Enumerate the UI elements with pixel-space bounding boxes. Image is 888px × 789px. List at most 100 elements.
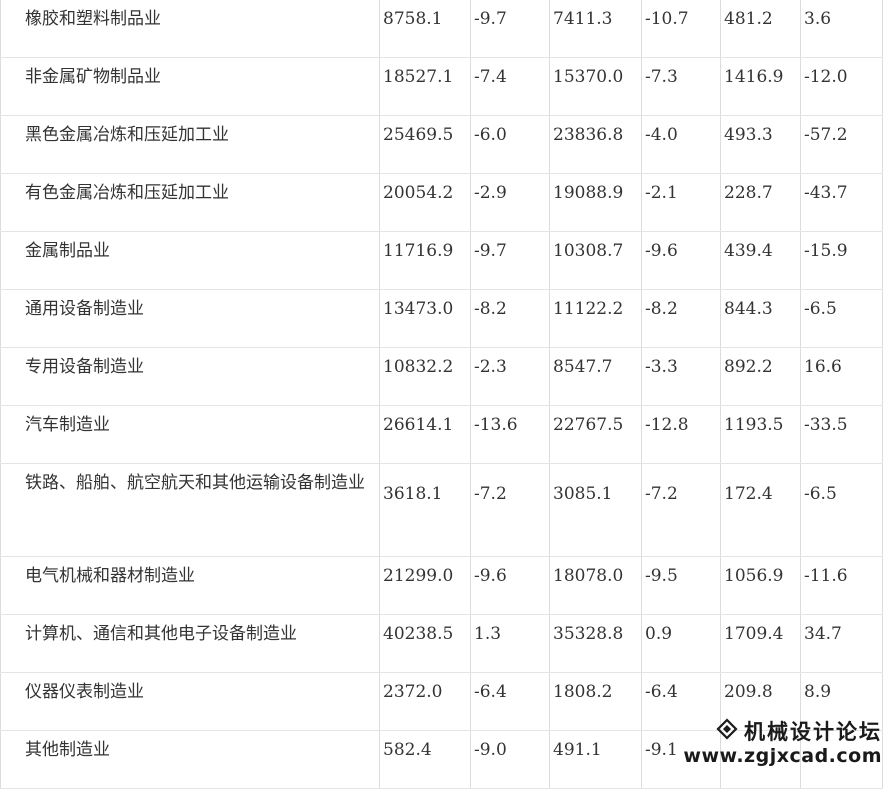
table-row: 计算机、通信和其他电子设备制造业 40238.5 1.3 35328.8 0.9 1709… xyxy=(0,614,883,673)
revenue-cell: 1808.2 xyxy=(549,672,642,731)
revenue-growth-cell: -6.4 xyxy=(641,672,721,731)
revenue-cell: 11122.2 xyxy=(549,289,642,348)
industry-name-cell: 计算机、通信和其他电子设备制造业 xyxy=(0,614,380,673)
output-value-cell: 2372.0 xyxy=(379,672,471,731)
table-row: 黑色金属冶炼和压延加工业 25469.5 -6.0 23836.8 -4.0 493.3-… xyxy=(0,115,883,174)
output-growth-cell: 1.3 xyxy=(470,614,550,673)
industry-name-cell: 铁路、船舶、航空航天和其他运输设备制造业 xyxy=(0,463,380,557)
output-growth-cell: -6.0 xyxy=(470,115,550,174)
profit-cell: 844.3 xyxy=(720,289,801,348)
profit-cell: 228.7 xyxy=(720,173,801,232)
revenue-growth-cell: -4.0 xyxy=(641,115,721,174)
output-value-cell: 25469.5 xyxy=(379,115,471,174)
output-growth-cell: -9.7 xyxy=(470,231,550,290)
profit-cell: 1193.5 xyxy=(720,405,801,464)
revenue-cell: 35328.8 xyxy=(549,614,642,673)
revenue-growth-cell: -9.1 xyxy=(641,730,721,789)
output-value-cell: 10832.2 xyxy=(379,347,471,406)
profit-cell: 1056.9 xyxy=(720,556,801,615)
revenue-growth-cell: -12.8 xyxy=(641,405,721,464)
output-growth-cell: -13.6 xyxy=(470,405,550,464)
profit-growth-cell: -15.9 xyxy=(800,231,883,290)
profit-cell: 209.8 xyxy=(720,672,801,731)
profit-cell: 172.4 xyxy=(720,463,801,557)
output-growth-cell: -9.7 xyxy=(470,0,550,58)
revenue-cell: 3085.1 xyxy=(549,463,642,557)
profit-cell: 439.4 xyxy=(720,231,801,290)
revenue-growth-cell: 0.9 xyxy=(641,614,721,673)
output-growth-cell: -8.2 xyxy=(470,289,550,348)
table-row: 非金属矿物制品业 18527.1 -7.4 15370.0 -7.3 1416.9 -12.… xyxy=(0,57,883,116)
revenue-cell: 8547.7 xyxy=(549,347,642,406)
output-value-cell: 40238.5 xyxy=(379,614,471,673)
profit-cell: 1416.9 xyxy=(720,57,801,116)
revenue-cell: 491.1 xyxy=(549,730,642,789)
output-value-cell: 20054.2 xyxy=(379,173,471,232)
revenue-growth-cell: -3.3 xyxy=(641,347,721,406)
output-value-cell: 8758.1 xyxy=(379,0,471,58)
industry-name-cell: 汽车制造业 xyxy=(0,405,380,464)
table-row: 电气机械和器材制造业 21299.0 -9.6 18078.0 -9.5 1056.9 -1… xyxy=(0,556,883,615)
industry-name-cell: 非金属矿物制品业 xyxy=(0,57,380,116)
profit-cell: 493.3 xyxy=(720,115,801,174)
table-row: 有色金属冶炼和压延加工业 20054.2 -2.9 19088.9 -2.1 228.7-… xyxy=(0,173,883,232)
table-row: 专用设备制造业 10832.2 -2.3 8547.7 -3.3 892.2 16.6 xyxy=(0,347,883,406)
profit-growth-cell: -43.7 xyxy=(800,173,883,232)
revenue-growth-cell: -9.5 xyxy=(641,556,721,615)
profit-cell: 892.2 xyxy=(720,347,801,406)
profit-growth-cell: -33.5 xyxy=(800,405,883,464)
output-growth-cell: -6.4 xyxy=(470,672,550,731)
table-row: 通用设备制造业 13473.0 -8.2 11122.2 -8.2 844.3 -6.5 xyxy=(0,289,883,348)
industry-name-cell: 通用设备制造业 xyxy=(0,289,380,348)
revenue-growth-cell: -7.2 xyxy=(641,463,721,557)
output-growth-cell: -9.0 xyxy=(470,730,550,789)
profit-growth-cell: -6.5 xyxy=(800,289,883,348)
profit-cell: 481.2 xyxy=(720,0,801,58)
table-row: 橡胶和塑料制品业 8758.1 -9.7 7411.3 -10.7 481.2 3.6 xyxy=(0,0,883,58)
profit-growth-cell: -12.0 xyxy=(800,57,883,116)
output-growth-cell: -2.9 xyxy=(470,173,550,232)
table-row: 铁路、船舶、航空航天和其他运输设备制造业 3618.1 -7.2 3085.1 -7.2… xyxy=(0,463,883,557)
profit-growth-cell: 34.7 xyxy=(800,614,883,673)
output-growth-cell: -9.6 xyxy=(470,556,550,615)
profit-growth-cell: -11.6 xyxy=(800,556,883,615)
output-value-cell: 21299.0 xyxy=(379,556,471,615)
profit-growth-cell: -57.2 xyxy=(800,115,883,174)
profit-cell: 1709.4 xyxy=(720,614,801,673)
revenue-cell: 18078.0 xyxy=(549,556,642,615)
table-row: 汽车制造业 26614.1 -13.6 22767.5 -12.8 1193.5 -33.5 xyxy=(0,405,883,464)
profit-growth-cell: -6.5 xyxy=(800,463,883,557)
revenue-growth-cell: -7.3 xyxy=(641,57,721,116)
table-row: 仪器仪表制造业 2372.0 -6.4 1808.2 -6.4 209.8 8.9 xyxy=(0,672,883,731)
profit-growth-cell: 16.6 xyxy=(800,347,883,406)
revenue-cell: 23836.8 xyxy=(549,115,642,174)
revenue-cell: 7411.3 xyxy=(549,0,642,58)
output-growth-cell: -2.3 xyxy=(470,347,550,406)
industry-name-cell: 电气机械和器材制造业 xyxy=(0,556,380,615)
industry-name-cell: 其他制造业 xyxy=(0,730,380,789)
output-growth-cell: -7.2 xyxy=(470,463,550,557)
output-value-cell: 18527.1 xyxy=(379,57,471,116)
revenue-growth-cell: -2.1 xyxy=(641,173,721,232)
profit-cell xyxy=(720,730,801,789)
revenue-cell: 15370.0 xyxy=(549,57,642,116)
revenue-growth-cell: -10.7 xyxy=(641,0,721,58)
output-value-cell: 582.4 xyxy=(379,730,471,789)
industry-name-cell: 仪器仪表制造业 xyxy=(0,672,380,731)
revenue-cell: 10308.7 xyxy=(549,231,642,290)
revenue-cell: 22767.5 xyxy=(549,405,642,464)
profit-growth-cell xyxy=(800,730,883,789)
profit-growth-cell: 8.9 xyxy=(800,672,883,731)
industry-data-table: 橡胶和塑料制品业 8758.1 -9.7 7411.3 -10.7 481.2 3.6 非金属… xyxy=(0,0,883,789)
output-value-cell: 26614.1 xyxy=(379,405,471,464)
industry-name-cell: 橡胶和塑料制品业 xyxy=(0,0,380,58)
revenue-cell: 19088.9 xyxy=(549,173,642,232)
industry-name-cell: 专用设备制造业 xyxy=(0,347,380,406)
table-row: 金属制品业 11716.9 -9.7 10308.7 -9.6 439.4 -15.9 xyxy=(0,231,883,290)
industry-name-cell: 有色金属冶炼和压延加工业 xyxy=(0,173,380,232)
industry-name-cell: 金属制品业 xyxy=(0,231,380,290)
revenue-growth-cell: -9.6 xyxy=(641,231,721,290)
output-value-cell: 13473.0 xyxy=(379,289,471,348)
revenue-growth-cell: -8.2 xyxy=(641,289,721,348)
output-growth-cell: -7.4 xyxy=(470,57,550,116)
